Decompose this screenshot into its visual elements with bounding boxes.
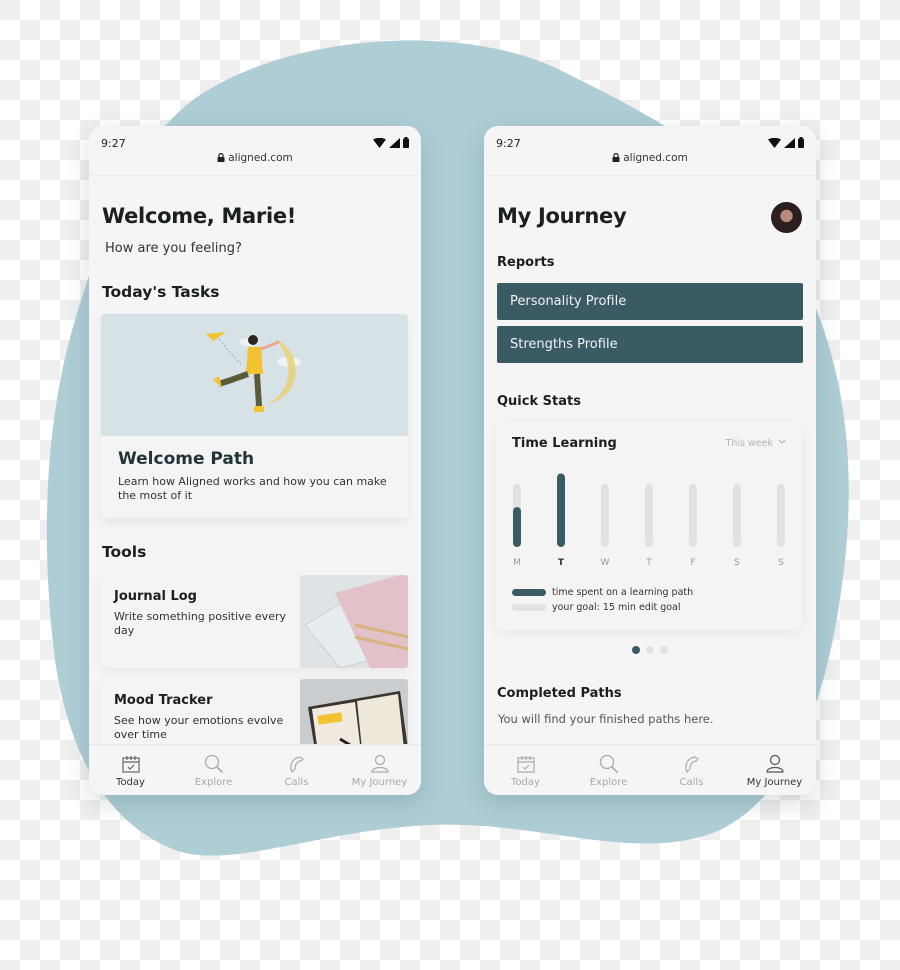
phone-home-screen: 9:27 aligned.com Welcome, Marie! How are… [89,126,421,795]
phone-journey-screen: 9:27 aligned.com My Journey Reports Pers… [484,126,816,795]
battery-icon [798,137,804,148]
tool-title: Mood Tracker [114,693,213,708]
day-label: T [558,558,565,568]
completed-paths-empty-text: You will find your finished paths here. [498,712,714,726]
status-time: 9:27 [101,137,126,150]
journal-log-card[interactable]: Journal Log Write something positive eve… [101,575,408,668]
tool-description: See how your emotions evolve over time [114,714,284,741]
strengths-profile-button[interactable]: Strengths Profile [497,326,803,363]
address-bar[interactable]: aligned.com [484,152,816,164]
lock-icon [217,153,225,162]
tab-calls[interactable]: Calls [650,745,733,795]
wifi-icon [373,137,386,148]
todays-tasks-heading: Today's Tasks [102,283,220,301]
tab-label: Today [511,777,540,788]
period-value: This week [725,438,773,449]
day-label: T [645,558,652,568]
time-learning-card: M T W T F S S Time Learning This week time spe… [496,422,802,630]
tab-today[interactable]: Today [484,745,567,795]
battery-icon [403,137,409,148]
day-label: M [513,558,521,568]
lock-icon [612,153,620,162]
day-label: S [778,558,784,568]
url-text: aligned.com [228,152,293,164]
task-description: Learn how Aligned works and how you can … [118,475,387,502]
feeling-prompt[interactable]: How are you feeling? [105,241,242,256]
legend-item: time spent on a learning path [512,585,693,600]
tab-label: My Journey [746,777,803,788]
tab-today[interactable]: Today [89,745,172,795]
tools-heading: Tools [102,543,147,561]
completed-paths-heading: Completed Paths [497,686,622,701]
quick-stats-heading: Quick Stats [497,394,581,409]
search-icon [204,754,223,774]
tab-label: Explore [589,777,628,788]
url-text: aligned.com [623,152,688,164]
cell-signal-icon [389,137,400,148]
carousel-pagination [484,646,816,654]
tab-my-journey[interactable]: My Journey [733,745,816,795]
tab-calls[interactable]: Calls [255,745,338,795]
time-spent-bar[interactable] [557,473,565,548]
carousel-dot[interactable] [660,646,668,654]
goal-bar [601,484,609,547]
personality-profile-button[interactable]: Personality Profile [497,283,803,320]
legend-label: your goal: 15 min edit goal [552,602,681,613]
legend-swatch-spent [512,589,546,596]
page-title: My Journey [497,204,627,228]
phone-icon [684,756,699,774]
tab-label: Calls [679,777,704,788]
goal-bar [733,484,741,547]
browser-status-bar: 9:27 aligned.com [484,126,816,176]
reports-heading: Reports [497,255,555,270]
day-label: F [690,558,695,568]
time-spent-bar[interactable] [513,507,521,547]
day-label: W [601,558,610,568]
avatar[interactable] [771,202,802,233]
bottom-tab-bar: Today Explore Calls My Journey [484,744,816,795]
goal-bar [777,484,785,547]
tab-label: Calls [284,777,309,788]
wifi-icon [768,137,781,148]
welcome-path-card[interactable]: Welcome Path Learn how Aligned works and… [101,314,408,518]
chart-legend: time spent on a learning path your goal:… [512,585,693,615]
tab-explore[interactable]: Explore [172,745,255,795]
journal-photo [300,575,408,668]
welcome-path-illustration [101,314,408,436]
calendar-icon [121,756,140,773]
browser-status-bar: 9:27 aligned.com [89,126,421,176]
user-icon [370,754,389,773]
chevron-down-icon [778,439,786,444]
status-time: 9:27 [496,137,521,150]
legend-item: your goal: 15 min edit goal [512,600,693,615]
carousel-dot[interactable] [632,646,640,654]
address-bar[interactable]: aligned.com [89,152,421,164]
bottom-tab-bar: Today Explore Calls My Journey [89,744,421,795]
legend-label: time spent on a learning path [552,587,694,598]
tool-description: Write something positive every day [114,610,286,637]
tab-explore[interactable]: Explore [567,745,650,795]
goal-bar [689,484,697,547]
goal-bar [645,484,653,547]
tab-label: Explore [194,777,233,788]
greeting-heading: Welcome, Marie! [102,204,297,228]
day-label: S [734,558,740,568]
tab-my-journey[interactable]: My Journey [338,745,421,795]
tab-label: Today [116,777,145,788]
phone-icon [289,756,304,774]
legend-swatch-goal [512,604,546,611]
search-icon [599,754,618,774]
tool-title: Journal Log [114,589,197,604]
period-dropdown[interactable]: This week [726,438,786,449]
task-title: Welcome Path [118,449,255,469]
tab-label: My Journey [351,777,408,788]
calendar-icon [516,756,535,773]
cell-signal-icon [784,137,795,148]
user-icon [765,754,784,773]
carousel-dot[interactable] [646,646,654,654]
chart-title: Time Learning [512,436,617,451]
